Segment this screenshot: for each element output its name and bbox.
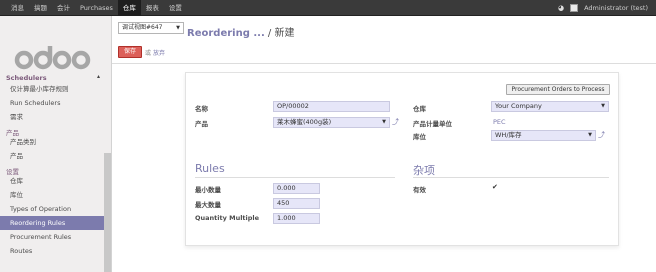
breadcrumb-parent[interactable]: Reordering ... (187, 28, 265, 39)
sidebar-item-reordering-rules[interactable]: Reordering Rules (0, 216, 104, 230)
name-field[interactable]: OP/00002 (273, 101, 390, 112)
active-checkbox[interactable]: ✔ (492, 183, 498, 191)
product-value: 莱木蜂蜜(400g装) (277, 118, 332, 126)
max-qty-label: 最大数量 (195, 201, 221, 209)
sidebar-item-locations[interactable]: 库位 (0, 188, 104, 202)
dropdown-arrow-icon: ▼ (601, 103, 605, 109)
save-button[interactable]: 保存 (118, 46, 142, 58)
section-schedulers[interactable]: Schedulers ▴ (0, 71, 104, 82)
max-qty-field[interactable]: 450 (273, 198, 320, 209)
sidebar-item-procurements[interactable]: 需求 (0, 110, 104, 124)
dropdown-arrow-icon: ▼ (382, 119, 386, 125)
top-menu-bar: 消息 搞题 会计 Purchases 仓库 报表 设置 ◕ Administra… (0, 0, 656, 16)
qty-multiple-field[interactable]: 1.000 (273, 213, 320, 224)
location-label: 库位 (413, 133, 426, 141)
sidebar: Schedulers ▴ 仅计算最小库存规则 Run Schedulers 需求… (0, 16, 112, 272)
header-divider (112, 63, 656, 64)
sidebar-scrollbar[interactable] (104, 153, 111, 272)
active-label: 有效 (413, 186, 426, 194)
min-qty-field[interactable]: 0.000 (273, 183, 320, 194)
sidebar-item-operation-types[interactable]: Types of Operation (0, 202, 104, 216)
misc-divider (413, 177, 609, 178)
section-products[interactable]: 产品 (0, 124, 104, 137)
sidebar-item-product-categories[interactable]: 产品类别 (0, 135, 104, 149)
menu-sales[interactable]: 搞题 (29, 0, 52, 16)
form-sheet: Procurement Orders to Process 名称 OP/0000… (185, 72, 619, 246)
external-link-icon[interactable]: ⤴ (598, 130, 605, 140)
product-label: 产品 (195, 120, 208, 128)
uom-value: PEC (493, 118, 506, 126)
odoo-logo[interactable] (14, 36, 94, 76)
min-qty-label: 最小数量 (195, 186, 221, 194)
warehouse-select[interactable]: Your Company ▼ (491, 101, 609, 112)
sidebar-nav: Schedulers ▴ 仅计算最小库存规则 Run Schedulers 需求… (0, 71, 104, 258)
sidebar-item-products[interactable]: 产品 (0, 149, 104, 163)
breadcrumb: Reordering ... / 新建 (187, 24, 294, 39)
menu-reporting[interactable]: 报表 (141, 0, 164, 16)
warehouse-label: 仓库 (413, 105, 426, 113)
rules-divider (195, 177, 395, 178)
breadcrumb-current: 新建 (274, 28, 295, 39)
rules-heading: Rules (195, 162, 225, 175)
debug-view-select[interactable]: 调试视图#647 ▼ (118, 22, 184, 34)
sidebar-item-routes[interactable]: Routes (0, 244, 104, 258)
product-select[interactable]: 莱木蜂蜜(400g装) ▼ (273, 117, 390, 128)
section-label: Schedulers (6, 74, 47, 82)
misc-heading: 杂项 (413, 164, 435, 177)
user-name[interactable]: Administrator (test) (584, 4, 648, 12)
sidebar-item-procurement-rules[interactable]: Procurement Rules (0, 230, 104, 244)
location-select[interactable]: WH/库存 ▼ (491, 130, 596, 141)
uom-label: 产品计量单位 (413, 120, 452, 128)
chat-icon[interactable]: ◕ (558, 4, 564, 12)
debug-view-label: 调试视图#647 (122, 24, 163, 31)
menu-warehouse[interactable]: 仓库 (117, 0, 141, 16)
odoo-logo-icon (14, 46, 91, 70)
menu-settings[interactable]: 设置 (164, 0, 187, 16)
name-label: 名称 (195, 105, 208, 113)
caret-up-icon[interactable]: ▴ (97, 73, 100, 80)
procurement-orders-button[interactable]: Procurement Orders to Process (506, 84, 610, 95)
warehouse-value: Your Company (495, 102, 542, 110)
external-link-icon[interactable]: ⤴ (392, 117, 399, 127)
menu-accounting[interactable]: 会计 (52, 0, 75, 16)
discard-link[interactable]: 放弃 (153, 48, 165, 57)
sidebar-item-run-schedulers[interactable]: Run Schedulers (0, 96, 104, 110)
main-menu: 消息 搞题 会计 Purchases 仓库 报表 设置 (6, 0, 187, 16)
user-area: ◕ Administrator (test) (558, 0, 648, 16)
dropdown-arrow-icon: ▼ (588, 132, 592, 138)
sidebar-item-compute-min-stock[interactable]: 仅计算最小库存规则 (0, 82, 104, 96)
menu-messages[interactable]: 消息 (6, 0, 29, 16)
section-configuration[interactable]: 设置 (0, 163, 104, 176)
or-label: 或 (145, 50, 152, 57)
menu-purchases[interactable]: Purchases (75, 0, 118, 16)
location-value: WH/库存 (495, 131, 522, 139)
qty-multiple-label: Quantity Multiple (195, 214, 260, 222)
avatar[interactable] (570, 4, 579, 12)
dropdown-arrow-icon: ▼ (176, 25, 180, 31)
sidebar-item-warehouses[interactable]: 仓库 (0, 174, 104, 188)
